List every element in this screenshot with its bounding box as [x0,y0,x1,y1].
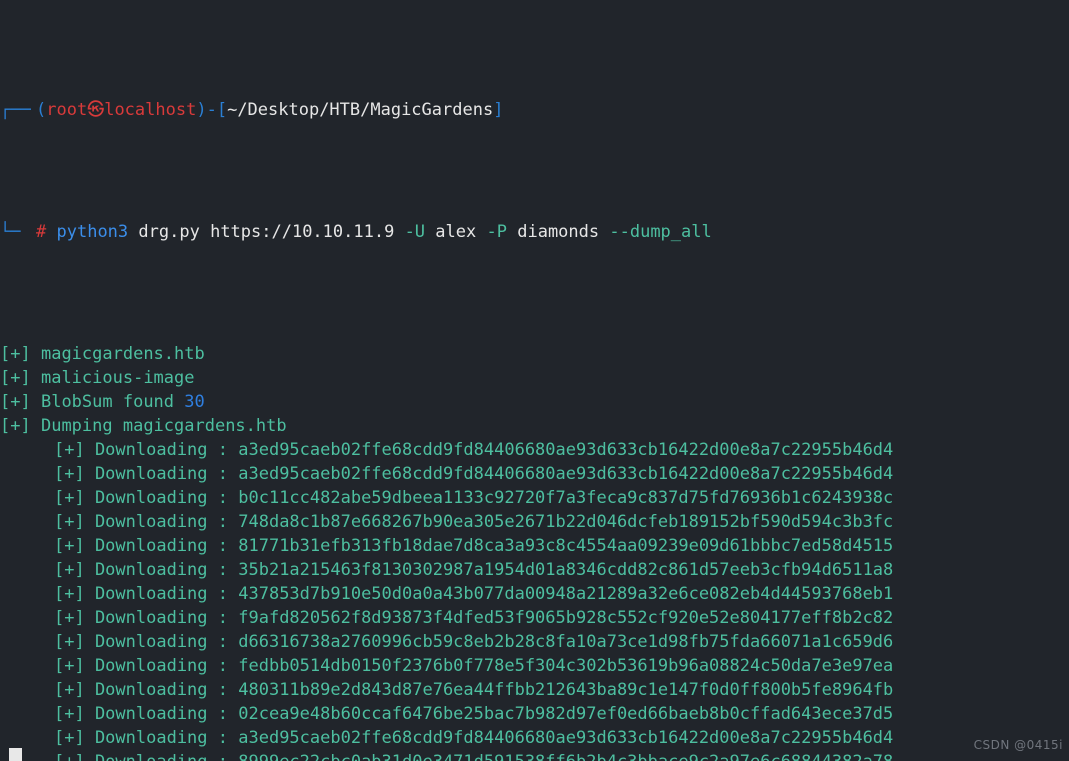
download-line: [+] Downloading : 437853d7b910e50d0a0a43… [0,582,1069,606]
prompt-line-2: └─ # python3 drg.py https://10.10.11.9 -U… [0,220,1069,246]
status-line: [+] malicious-image [0,366,1069,390]
terminal-output: [+] magicgardens.htb [+] malicious-image[… [0,342,1069,761]
watermark: CSDN @0415i [973,738,1063,752]
download-label: [+] Downloading : [54,560,228,580]
download-line: [+] Downloading : b0c11cc482abe59dbeea11… [0,486,1069,510]
download-line: [+] Downloading : a3ed95caeb02ffe68cdd9f… [0,726,1069,750]
status-text: magicgardens.htb [40,344,205,364]
prompt-paren-close: ) [196,100,207,120]
status-number: 30 [184,392,205,412]
download-label: [+] Downloading : [54,728,228,748]
download-hash: 480311b89e2d843d87e76ea44ffbb212643ba89c… [238,680,894,700]
download-label: [+] Downloading : [54,752,228,761]
download-hash: f9afd820562f8d93873f4dfed53f9065b928c552… [238,608,894,628]
download-line: [+] Downloading : 81771b31efb313fb18dae7… [0,534,1069,558]
status-tag: [+] [0,392,31,412]
status-text: malicious-image [40,368,195,388]
prompt-tree-top-icon: ┌── [0,100,31,120]
command-flag-user: -U [404,222,426,242]
command-password-value: diamonds [517,222,600,242]
download-label: [+] Downloading : [54,512,228,532]
status-line: [+] magicgardens.htb [0,342,1069,366]
prompt-bracket-open: [ [216,100,228,120]
command-interpreter: python3 [56,222,129,242]
download-line: [+] Downloading : 748da8c1b87e668267b90e… [0,510,1069,534]
prompt-host: localhost [104,100,197,120]
status-text: Dumping magicgardens.htb [40,416,287,436]
status-tag: [+] [0,368,31,388]
download-line: [+] Downloading : a3ed95caeb02ffe68cdd9f… [0,438,1069,462]
download-label: [+] Downloading : [54,680,228,700]
status-tag: [+] [0,344,31,364]
download-hash: 81771b31efb313fb18dae7d8ca3a93c8c4554aa0… [238,536,894,556]
download-label: [+] Downloading : [54,536,228,556]
command-flag-dump-all: --dump_all [609,222,712,242]
command-flag-password: -P [486,222,507,242]
status-tag: [+] [0,416,31,436]
download-hash: a3ed95caeb02ffe68cdd9fd84406680ae93d633c… [238,440,894,460]
download-hash: 8999ec22cbc0ab31d0e3471d591538ff6b2b4c3b… [238,752,893,761]
download-line: [+] Downloading : 8999ec22cbc0ab31d0e347… [0,750,1069,761]
prompt-line-1: ┌── (root㉿localhost)-[~/Desktop/HTB/Magic… [0,96,1069,124]
download-hash: b0c11cc482abe59dbeea1133c92720f7a3feca9c… [238,488,894,508]
terminal-cursor [9,748,22,761]
download-line: [+] Downloading : f9afd820562f8d93873f4d… [0,606,1069,630]
download-label: [+] Downloading : [54,440,228,460]
download-line: [+] Downloading : 02cea9e48b60ccaf6476be… [0,702,1069,726]
download-label: [+] Downloading : [54,656,228,676]
download-label: [+] Downloading : [54,464,228,484]
download-hash: d66316738a2760996cb59c8eb2b28c8fa10a73ce… [238,632,894,652]
download-label: [+] Downloading : [54,704,228,724]
download-label: [+] Downloading : [54,608,228,628]
download-line: [+] Downloading : d66316738a2760996cb59c… [0,630,1069,654]
status-line: [+] BlobSum found 30 [0,390,1069,414]
download-hash: 748da8c1b87e668267b90ea305e2671b22d046dc… [238,512,894,532]
command-target-url: https://10.10.11.9 [210,222,395,242]
download-line: [+] Downloading : fedbb0514db0150f2376b0… [0,654,1069,678]
download-label: [+] Downloading : [54,632,228,652]
download-label: [+] Downloading : [54,584,228,604]
download-line: [+] Downloading : a3ed95caeb02ffe68cdd9f… [0,462,1069,486]
download-hash: 437853d7b910e50d0a0a43b077da00948a21289a… [238,584,894,604]
status-line: [+] Dumping magicgardens.htb [0,414,1069,438]
download-label: [+] Downloading : [54,488,228,508]
at-symbol-icon: ㉿ [87,100,105,120]
download-hash: fedbb0514db0150f2376b0f778e5f304c302b536… [238,656,894,676]
prompt-path: ~/Desktop/HTB/MagicGardens [227,100,494,120]
prompt-hash-symbol: # [36,222,47,242]
prompt-user: root [46,100,88,120]
command-user-value: alex [435,222,477,242]
prompt-bracket-close: ] [493,100,504,120]
command-script: drg.py [138,222,200,242]
download-hash: a3ed95caeb02ffe68cdd9fd84406680ae93d633c… [238,728,894,748]
prompt-tree-bottom-icon: └─ [0,222,21,242]
download-hash: a3ed95caeb02ffe68cdd9fd84406680ae93d633c… [238,464,894,484]
status-text: BlobSum found [40,392,185,412]
download-hash: 02cea9e48b60ccaf6476be25bac7b982d97ef0ed… [238,704,894,724]
download-line: [+] Downloading : 480311b89e2d843d87e76e… [0,678,1069,702]
download-hash: 35b21a215463f8130302987a1954d01a8346cdd8… [238,560,894,580]
prompt-paren-open: ( [36,100,47,120]
download-line: [+] Downloading : 35b21a215463f813030298… [0,558,1069,582]
terminal-window[interactable]: ┌── (root㉿localhost)-[~/Desktop/HTB/Magic… [0,0,1069,761]
prompt-dash: - [206,100,217,120]
